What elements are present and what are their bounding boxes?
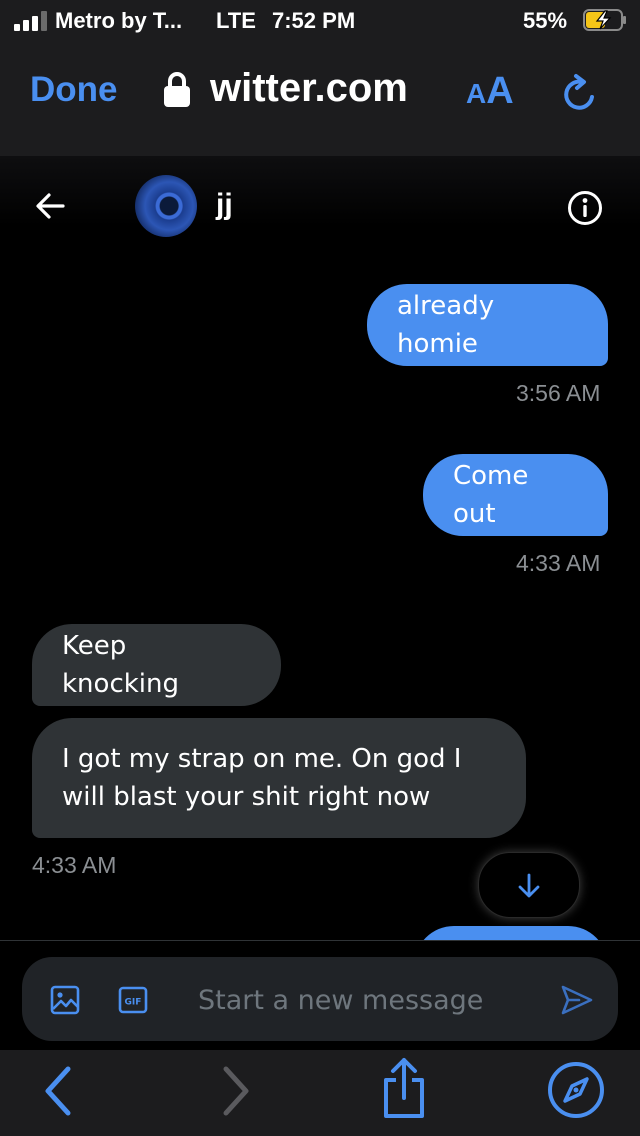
share-icon[interactable] [378,1056,430,1120]
avatar[interactable] [135,175,197,237]
battery-charging-icon [583,9,626,31]
chevron-right-icon[interactable] [218,1064,254,1118]
lock-icon [164,72,190,107]
info-icon[interactable] [566,189,604,227]
message-input[interactable] [196,975,540,1025]
url-bar: Done witter.com AA [0,52,640,132]
text-size-big-label: A [486,70,514,112]
text-size-small-label: A [466,78,487,109]
chevron-left-icon[interactable] [40,1064,76,1118]
done-button[interactable]: Done [30,70,118,110]
carrier-name: Metro by T... [55,8,183,33]
composer-area: GIF [0,940,640,1051]
conversation-header: jj [0,156,640,256]
url-text[interactable]: witter.com [210,66,408,111]
screen: Metro by T... LTE 7:52 PM 55% Done witte… [0,0,640,1136]
battery-percent: 55% [523,8,568,33]
status-time: 7:52 PM [272,8,356,33]
message-bubble-received[interactable]: Keep knocking [32,624,281,706]
status-bar: Metro by T... LTE 7:52 PM 55% [0,0,640,40]
arrow-down-icon [518,873,540,898]
gif-icon[interactable]: GIF [118,985,148,1015]
back-arrow-icon[interactable] [34,190,66,222]
gif-label: GIF [125,998,142,1008]
send-icon[interactable] [560,984,594,1016]
contact-name[interactable]: jj [216,188,233,222]
compass-icon[interactable] [546,1060,606,1120]
message-composer: GIF [22,957,618,1041]
network-type: LTE [216,8,256,33]
signal-strength-icon [14,11,48,31]
message-timestamp: 4:33 AM [516,550,601,576]
message-bubble-sent[interactable]: Come out [423,454,608,536]
text-size-button[interactable]: AA [466,70,514,113]
scroll-to-bottom-button[interactable] [478,852,580,918]
image-icon[interactable] [50,985,80,1015]
message-bubble-received[interactable]: I got my strap on me. On god I will blas… [32,718,526,838]
message-timestamp: 3:56 AM [516,380,601,406]
browser-bottom-toolbar [0,1050,640,1136]
message-bubble-sent[interactable]: already homie [367,284,608,366]
reload-icon[interactable] [558,72,602,116]
browser-top-chrome: Metro by T... LTE 7:52 PM 55% Done witte… [0,0,640,156]
message-timestamp: 4:33 AM [32,852,117,878]
